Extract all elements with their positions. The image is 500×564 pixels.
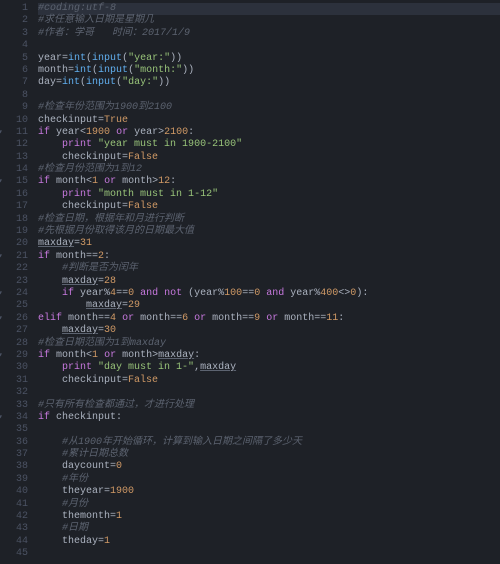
code-line[interactable]: theday=1 xyxy=(38,536,500,548)
line-number: 32 xyxy=(0,387,28,399)
code-line[interactable]: checkinput=False xyxy=(38,375,500,387)
code-line[interactable]: theyear=1900 xyxy=(38,486,500,498)
line-number: 25 xyxy=(0,300,28,312)
code-line[interactable]: if checkinput: xyxy=(38,412,500,424)
line-number: 35 xyxy=(0,424,28,436)
code-line[interactable]: print "year must in 1900-2100" xyxy=(38,139,500,151)
code-line[interactable]: #检查日期范围为1到maxday xyxy=(38,338,500,350)
code-line[interactable] xyxy=(38,387,500,399)
line-number: 16 xyxy=(0,189,28,201)
line-number: 37 xyxy=(0,449,28,461)
code-line[interactable]: #作者：学哥 时间：2017/1/9 xyxy=(38,28,500,40)
code-line[interactable]: maxday=30 xyxy=(38,325,500,337)
line-number: 18 xyxy=(0,214,28,226)
code-line[interactable]: checkinput=False xyxy=(38,201,500,213)
line-number: 13 xyxy=(0,152,28,164)
code-line[interactable]: day=int(input("day:")) xyxy=(38,77,500,89)
line-number: 43 xyxy=(0,523,28,535)
code-line[interactable]: #求任意输入日期是星期几 xyxy=(38,15,500,27)
code-line[interactable]: if month==2: xyxy=(38,251,500,263)
code-line[interactable] xyxy=(38,40,500,52)
code-line[interactable]: #累计日期总数 xyxy=(38,449,500,461)
line-number: 39 xyxy=(0,474,28,486)
code-line[interactable]: if month<1 or month>maxday: xyxy=(38,350,500,362)
line-number: 23 xyxy=(0,276,28,288)
line-number: 10 xyxy=(0,115,28,127)
line-number: 17 xyxy=(0,201,28,213)
code-line[interactable]: #只有所有检查都通过，才进行处理 xyxy=(38,400,500,412)
line-number-gutter: 1234567891011▾12131415▾161718192021▾2223… xyxy=(0,0,34,564)
fold-icon[interactable]: ▾ xyxy=(0,251,3,263)
line-number: 38 xyxy=(0,461,28,473)
line-number: 29▾ xyxy=(0,350,28,362)
code-line[interactable]: #检查日期，根据年和月进行判断 xyxy=(38,214,500,226)
line-number: 26▾ xyxy=(0,313,28,325)
line-number: 40 xyxy=(0,486,28,498)
line-number: 21▾ xyxy=(0,251,28,263)
line-number: 6 xyxy=(0,65,28,77)
fold-icon[interactable]: ▾ xyxy=(0,350,3,362)
code-line[interactable]: year=int(input("year:")) xyxy=(38,53,500,65)
line-number: 15▾ xyxy=(0,176,28,188)
line-number: 7 xyxy=(0,77,28,89)
line-number: 42 xyxy=(0,511,28,523)
fold-icon[interactable]: ▾ xyxy=(0,313,3,325)
code-line[interactable] xyxy=(38,548,500,560)
line-number: 28 xyxy=(0,338,28,350)
line-number: 24▾ xyxy=(0,288,28,300)
line-number: 34▾ xyxy=(0,412,28,424)
line-number: 44 xyxy=(0,536,28,548)
line-number: 20 xyxy=(0,238,28,250)
code-line[interactable]: daycount=0 xyxy=(38,461,500,473)
code-line[interactable]: if month<1 or month>12: xyxy=(38,176,500,188)
code-line[interactable] xyxy=(38,90,500,102)
line-number: 33 xyxy=(0,400,28,412)
line-number: 30 xyxy=(0,362,28,374)
code-line[interactable]: #从1900年开始循环，计算到输入日期之间隔了多少天 xyxy=(38,437,500,449)
fold-icon[interactable]: ▾ xyxy=(0,127,3,139)
code-line[interactable]: month=int(input("month:")) xyxy=(38,65,500,77)
line-number: 14 xyxy=(0,164,28,176)
code-line[interactable]: if year%4==0 and not (year%100==0 and ye… xyxy=(38,288,500,300)
line-number: 12 xyxy=(0,139,28,151)
line-number: 19 xyxy=(0,226,28,238)
code-line[interactable]: if year<1900 or year>2100: xyxy=(38,127,500,139)
line-number: 4 xyxy=(0,40,28,52)
code-editor-content[interactable]: #coding:utf-8#求任意输入日期是星期几#作者：学哥 时间：2017/… xyxy=(34,0,500,564)
code-line[interactable]: checkinput=False xyxy=(38,152,500,164)
code-line[interactable]: checkinput=True xyxy=(38,115,500,127)
code-line[interactable]: #检查年份范围为1900到2100 xyxy=(38,102,500,114)
line-number: 27 xyxy=(0,325,28,337)
line-number: 45 xyxy=(0,548,28,560)
line-number: 11▾ xyxy=(0,127,28,139)
code-line[interactable]: themonth=1 xyxy=(38,511,500,523)
fold-icon[interactable]: ▾ xyxy=(0,412,3,424)
line-number: 31 xyxy=(0,375,28,387)
code-line[interactable]: #检查月份范围为1到12 xyxy=(38,164,500,176)
line-number: 9 xyxy=(0,102,28,114)
line-number: 2 xyxy=(0,15,28,27)
code-line[interactable]: #日期 xyxy=(38,523,500,535)
code-line[interactable]: print "day must in 1-",maxday xyxy=(38,362,500,374)
line-number: 8 xyxy=(0,90,28,102)
code-line[interactable]: #月份 xyxy=(38,499,500,511)
fold-icon[interactable]: ▾ xyxy=(0,176,3,188)
code-line[interactable] xyxy=(38,424,500,436)
code-line[interactable]: maxday=28 xyxy=(38,276,500,288)
fold-icon[interactable]: ▾ xyxy=(0,288,3,300)
code-line[interactable]: #coding:utf-8 xyxy=(38,3,500,15)
line-number: 1 xyxy=(0,3,28,15)
code-line[interactable]: print "month must in 1-12" xyxy=(38,189,500,201)
code-line[interactable]: maxday=29 xyxy=(38,300,500,312)
code-line[interactable]: maxday=31 xyxy=(38,238,500,250)
code-line[interactable]: #判断是否为闰年 xyxy=(38,263,500,275)
code-line[interactable]: #年份 xyxy=(38,474,500,486)
line-number: 22 xyxy=(0,263,28,275)
line-number: 3 xyxy=(0,28,28,40)
code-line[interactable]: #先根据月份取得该月的日期最大值 xyxy=(38,226,500,238)
code-line[interactable]: elif month==4 or month==6 or month==9 or… xyxy=(38,313,500,325)
line-number: 5 xyxy=(0,53,28,65)
line-number: 41 xyxy=(0,499,28,511)
line-number: 36 xyxy=(0,437,28,449)
